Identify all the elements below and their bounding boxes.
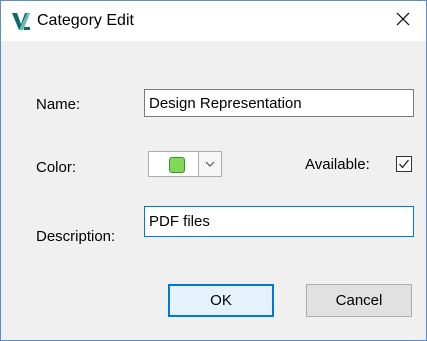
color-picker[interactable]: [148, 151, 222, 177]
description-field[interactable]: [144, 206, 414, 237]
cancel-button[interactable]: Cancel: [306, 284, 412, 317]
available-checkbox[interactable]: [396, 156, 412, 172]
window-title: Category Edit: [37, 12, 134, 29]
name-label: Name:: [36, 96, 81, 113]
category-edit-dialog: Category Edit Name: Color: Available:: [0, 0, 427, 341]
chevron-down-icon[interactable]: [199, 152, 221, 176]
title-bar[interactable]: Category Edit: [1, 1, 426, 41]
color-swatch: [169, 157, 185, 173]
dialog-body: Name: Color: Available: Description: OK …: [1, 41, 426, 340]
check-icon: [397, 157, 411, 175]
ok-button[interactable]: OK: [168, 284, 274, 317]
close-icon: [396, 12, 410, 30]
available-label: Available:: [305, 156, 370, 173]
color-label: Color:: [36, 159, 77, 176]
close-button[interactable]: [380, 1, 426, 41]
description-label: Description:: [36, 228, 116, 245]
app-logo-icon: [11, 11, 31, 31]
name-field[interactable]: [144, 89, 414, 117]
